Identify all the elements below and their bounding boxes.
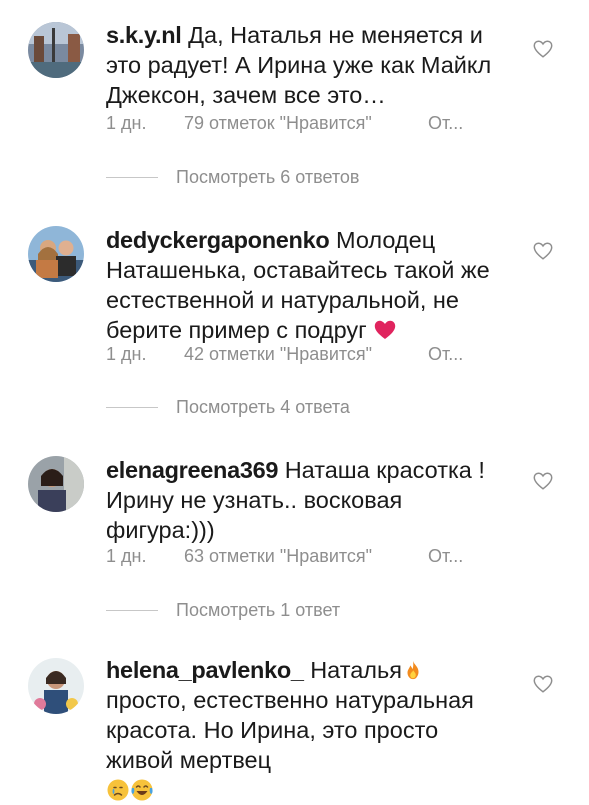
timestamp: 1 дн. [106, 113, 147, 133]
view-replies-button[interactable]: Посмотреть 4 ответа [106, 397, 350, 418]
username[interactable]: elenagreena369 [106, 457, 278, 483]
comment-text: dedyckergaponenko Молодец Наташенька, ос… [106, 225, 506, 345]
avatar[interactable] [28, 658, 84, 714]
comment-meta: 1 дн. 42 отметки "Нравится" От... [106, 344, 463, 365]
comment-text: helena_pavlenko_ Наталья просто, естеств… [106, 655, 506, 805]
view-replies-button[interactable]: Посмотреть 6 ответов [106, 167, 360, 188]
reply-button[interactable]: От... [428, 113, 463, 134]
comment-meta: 1 дн. 63 отметки "Нравится" От... [106, 546, 463, 567]
avatar[interactable] [28, 226, 84, 282]
view-replies-button[interactable]: Посмотреть 1 ответ [106, 600, 340, 621]
reply-button[interactable]: От... [428, 546, 463, 567]
divider-line [106, 177, 158, 178]
fire-emoji [407, 660, 419, 680]
likes-count[interactable]: 79 отметок "Нравится" [184, 113, 428, 134]
username[interactable]: helena_pavlenko_ [106, 657, 304, 683]
comment-meta: 1 дн. 79 отметок "Нравится" От... [106, 113, 463, 134]
view-replies-label: Посмотреть 1 ответ [176, 600, 341, 620]
avatar[interactable] [28, 22, 84, 78]
crying-face-emoji [107, 779, 129, 801]
tears-of-joy-emoji [131, 779, 153, 801]
comment-body-part-1: Наталья [310, 657, 402, 683]
heart-outline-icon[interactable] [532, 673, 554, 695]
view-replies-label: Посмотреть 4 ответа [176, 397, 350, 417]
likes-count[interactable]: 63 отметки "Нравится" [184, 546, 428, 567]
timestamp: 1 дн. [106, 546, 147, 566]
divider-line [106, 610, 158, 611]
comment-text: s.k.y.nl Да, Наталья не меняется и это р… [106, 20, 506, 110]
red-heart-emoji [375, 320, 396, 339]
username[interactable]: dedyckergaponenko [106, 227, 330, 253]
view-replies-label: Посмотреть 6 ответов [176, 167, 360, 187]
heart-outline-icon[interactable] [532, 470, 554, 492]
heart-outline-icon[interactable] [532, 240, 554, 262]
divider-line [106, 407, 158, 408]
reply-button[interactable]: От... [428, 344, 463, 365]
timestamp: 1 дн. [106, 344, 147, 364]
avatar[interactable] [28, 456, 84, 512]
heart-outline-icon[interactable] [532, 38, 554, 60]
comment-body-part-2: просто, естественно натуральная красота.… [106, 687, 474, 773]
likes-count[interactable]: 42 отметки "Нравится" [184, 344, 428, 365]
username[interactable]: s.k.y.nl [106, 22, 182, 48]
comment-text: elenagreena369 Наташа красотка ! Ирину н… [106, 455, 506, 545]
